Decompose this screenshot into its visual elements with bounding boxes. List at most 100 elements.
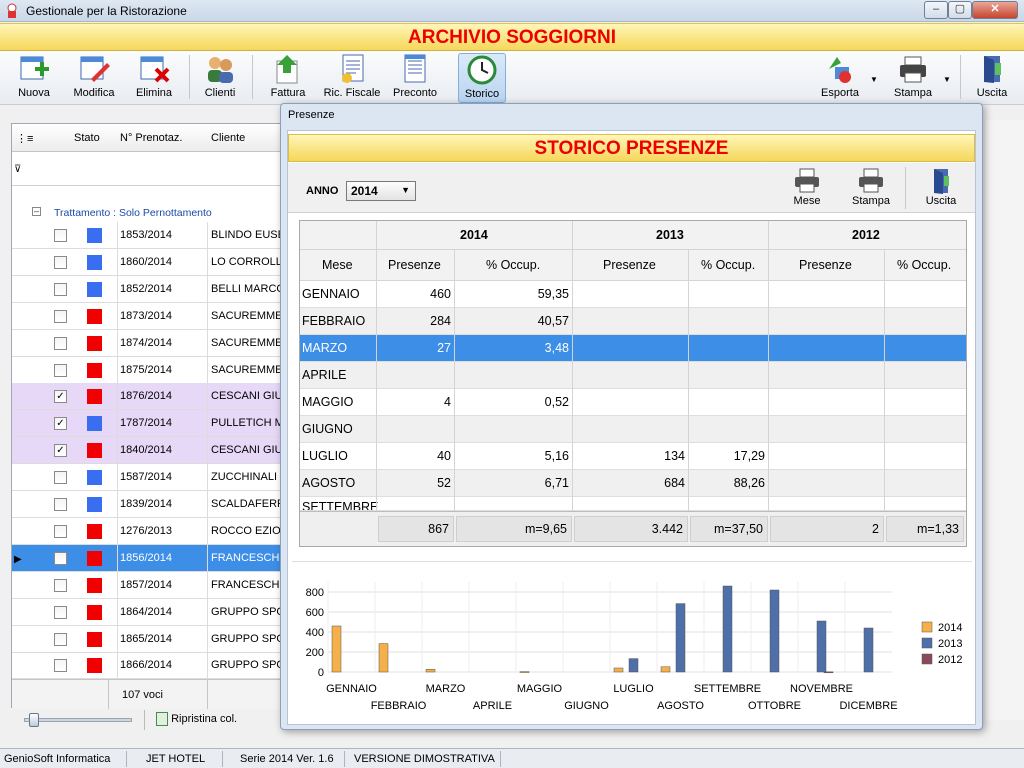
row-checkbox[interactable]: ✓ (54, 444, 67, 458)
storico-button[interactable]: Storico (458, 53, 506, 103)
esporta-button[interactable]: Esporta (818, 53, 862, 99)
table-row[interactable]: 1873/2014 SACUREMME (12, 302, 282, 330)
row-checkbox[interactable] (54, 498, 67, 511)
column-chooser-icon[interactable]: ⋮≡ (16, 132, 33, 145)
table-row[interactable]: 1864/2014 GRUPPO SPO (12, 598, 282, 626)
presenze-chart: 0 200 400 600 800 GENNAIO FEBBRAIO MARZO APRILE M… (292, 561, 972, 723)
table-row[interactable]: 1866/2014 GRUPPO SPO (12, 652, 282, 680)
table-row[interactable]: APRILE (300, 362, 966, 389)
x-tick-label: OTTOBRE (748, 700, 801, 712)
record-count: 107 voci (122, 689, 163, 701)
cell-mese: MAGGIO (302, 395, 354, 409)
clienti-button[interactable]: Clienti (198, 53, 242, 99)
col-cliente[interactable]: Cliente (211, 132, 245, 144)
status-color-square (87, 281, 102, 297)
mese-button[interactable]: Mese (784, 167, 830, 207)
row-checkbox[interactable] (54, 578, 67, 592)
table-row[interactable]: 1865/2014 GRUPPO SPO (12, 625, 282, 653)
row-checkbox[interactable] (54, 524, 67, 538)
col-presenze-2013: Presenze (603, 258, 656, 272)
client-name: FRANCESCHI (211, 551, 281, 564)
prenotaz-number: 1864/2014 (120, 605, 172, 618)
filter-row[interactable]: ⊽ (12, 152, 282, 186)
table-row[interactable]: 1853/2014 BLINDO EUSE (12, 222, 282, 249)
anno-select[interactable]: 2014 ▼ (346, 181, 416, 201)
nuova-button[interactable]: Nuova (12, 53, 56, 99)
row-checkbox[interactable] (54, 229, 67, 242)
table-row[interactable]: 1857/2014 FRANCESCHI (12, 571, 282, 599)
zoom-slider-thumb[interactable] (29, 713, 39, 727)
table-row[interactable]: 1860/2014 LO CORROLLI (12, 248, 282, 276)
table-row[interactable]: FEBBRAIO 284 40,57 (300, 308, 966, 335)
receipt-icon (342, 54, 364, 83)
row-checkbox[interactable] (54, 659, 67, 673)
zoom-slider[interactable] (24, 713, 132, 727)
table-row[interactable]: GENNAIO 460 59,35 (300, 281, 966, 308)
uscita-button[interactable]: Uscita (970, 53, 1014, 99)
total-occup-2014: m=9,65 (456, 516, 572, 542)
row-checkbox[interactable] (54, 282, 67, 296)
table-row[interactable]: ✓ 1787/2014 PULLETICH M (12, 410, 282, 438)
client-name: LO CORROLLI (211, 255, 281, 268)
table-row[interactable]: ✓ 1876/2014 CESCANI GIU (12, 383, 282, 411)
table-row[interactable]: 1856/2014 FRANCESCHI (12, 544, 282, 572)
row-checkbox[interactable]: ✓ (54, 390, 67, 404)
table-row[interactable]: LUGLIO 40 5,16 134 17,29 (300, 443, 966, 470)
table-row[interactable]: AGOSTO 52 6,71 684 88,26 (300, 470, 966, 497)
dialog-uscita-button[interactable]: Uscita (918, 167, 964, 207)
table-column-header: Mese Presenze % Occup. Presenze % Occup.… (300, 250, 966, 281)
row-checkbox[interactable] (54, 471, 67, 485)
fattura-button[interactable]: Fattura (266, 53, 310, 99)
cell-o14: 6,71 (544, 476, 569, 490)
stampa-button[interactable]: Stampa (890, 53, 936, 99)
table-row[interactable]: GIUGNO (300, 416, 966, 443)
x-tick-label: GENNAIO (326, 683, 377, 695)
prenotaz-number: 1787/2014 (120, 417, 172, 430)
group-row[interactable]: – Trattamento : Solo Pernottamento (12, 204, 282, 222)
collapse-group-icon[interactable]: – (32, 207, 41, 216)
filter-icon[interactable]: ⊽ (14, 164, 21, 175)
background-panel (985, 120, 1024, 720)
cell-o14: 59,35 (537, 287, 569, 301)
row-checkbox[interactable] (54, 551, 67, 565)
maximize-button[interactable]: ▢ (948, 1, 972, 19)
minimize-button[interactable]: – (924, 1, 948, 19)
col-presenze-2012: Presenze (799, 258, 852, 272)
table-row[interactable]: 1874/2014 SACUREMME (12, 329, 282, 357)
year-header-2014: 2014 (460, 228, 488, 242)
modifica-button[interactable]: Modifica (68, 53, 120, 99)
table-row[interactable]: 1587/2014 ZUCCHINALI (12, 464, 282, 492)
row-checkbox[interactable]: ✓ (54, 417, 67, 431)
table-row[interactable]: 1852/2014 BELLI MARCO (12, 275, 282, 303)
status-color-square (87, 335, 102, 351)
x-tick-label: LUGLIO (613, 683, 654, 695)
preconto-button[interactable]: Preconto (392, 53, 438, 99)
elimina-button[interactable]: Elimina (132, 53, 176, 99)
table-row[interactable]: MARZO 27 3,48 (300, 335, 966, 362)
cell-p14: 4 (444, 395, 451, 409)
ric-fiscale-button[interactable]: Ric. Fiscale (322, 53, 382, 99)
row-checkbox[interactable] (54, 309, 67, 323)
row-checkbox[interactable] (54, 605, 67, 619)
ripristina-col-button[interactable]: Ripristina col. (156, 712, 237, 726)
row-checkbox[interactable] (54, 632, 67, 646)
status-color-square (87, 416, 102, 432)
table-row[interactable]: MAGGIO 4 0,52 (300, 389, 966, 416)
col-occup-2012: % Occup. (897, 258, 952, 272)
esporta-dropdown-icon[interactable]: ▼ (870, 75, 878, 84)
table-row[interactable]: 1276/2013 ROCCO EZIO (12, 517, 282, 545)
col-stato[interactable]: Stato (74, 132, 100, 144)
status-color-square (87, 308, 102, 324)
row-checkbox[interactable] (54, 336, 67, 350)
table-row[interactable]: ✓ 1840/2014 CESCANI GIU (12, 437, 282, 465)
stampa-dropdown-icon[interactable]: ▼ (943, 75, 951, 84)
x-tick-label: SETTEMBRE (694, 683, 761, 695)
col-prenotaz[interactable]: N° Prenotaz. (120, 132, 182, 144)
dialog-stampa-button[interactable]: Stampa (848, 167, 894, 207)
table-row[interactable]: 1839/2014 SCALDAFERR (12, 491, 282, 518)
row-checkbox[interactable] (54, 363, 67, 377)
cell-mese: LUGLIO (302, 449, 348, 463)
close-button[interactable]: ✕ (972, 1, 1018, 19)
table-row[interactable]: 1875/2014 SACUREMME (12, 356, 282, 384)
row-checkbox[interactable] (54, 255, 67, 269)
